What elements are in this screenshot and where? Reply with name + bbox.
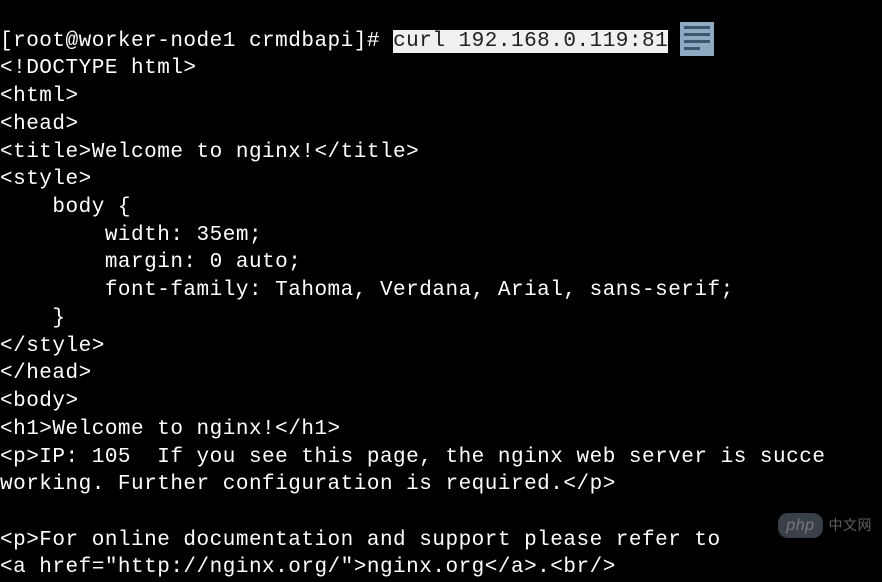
output-line: <title>Welcome to nginx!</title> — [0, 141, 419, 164]
output-line: <body> — [0, 390, 79, 413]
command-text: curl 192.168.0.119:81 — [393, 30, 668, 53]
shell-prompt: [root@worker-node1 crmdbapi]# — [0, 30, 393, 53]
watermark-text: 中文网 — [829, 516, 873, 534]
terminal-output[interactable]: [root@worker-node1 crmdbapi]# curl 192.1… — [0, 0, 882, 582]
output-line: margin: 0 auto; — [0, 251, 301, 274]
output-line: <html> — [0, 85, 79, 108]
watermark-badge: php — [778, 513, 822, 538]
output-line: <a href="http://nginx.org/">nginx.org</a… — [0, 556, 616, 579]
output-line: } — [0, 307, 66, 330]
output-line: font-family: Tahoma, Verdana, Arial, san… — [0, 279, 734, 302]
output-line: body { — [0, 196, 131, 219]
output-line: width: 35em; — [0, 224, 262, 247]
text-select-icon — [680, 22, 714, 56]
output-line: <!DOCTYPE html> — [0, 57, 197, 80]
output-line: <p>IP: 105 If you see this page, the ngi… — [0, 446, 825, 469]
prompt-line: [root@worker-node1 crmdbapi]# curl 192.1… — [0, 30, 668, 53]
output-line: </style> — [0, 335, 105, 358]
output-line: <p>For online documentation and support … — [0, 529, 721, 552]
output-line: working. Further configuration is requir… — [0, 473, 616, 496]
output-line: <head> — [0, 113, 79, 136]
output-line: <style> — [0, 168, 92, 191]
watermark: php 中文网 — [778, 513, 872, 538]
output-line: </head> — [0, 362, 92, 385]
output-line: <h1>Welcome to nginx!</h1> — [0, 418, 341, 441]
